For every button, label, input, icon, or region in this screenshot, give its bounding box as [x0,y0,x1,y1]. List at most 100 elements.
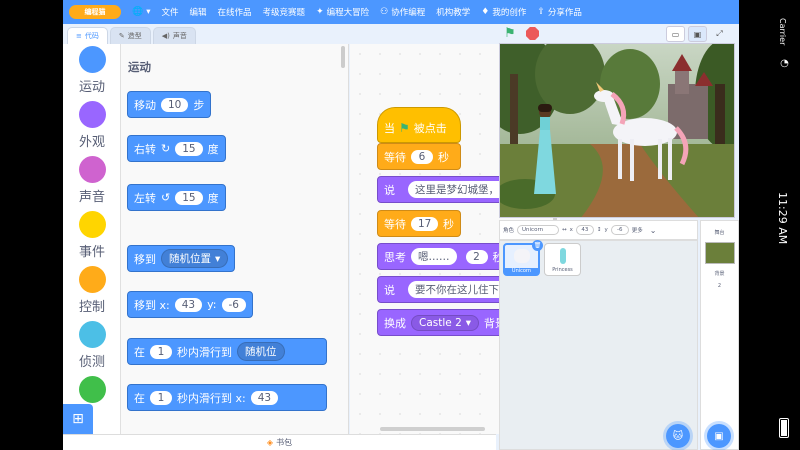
x-input[interactable]: 43 [250,390,279,405]
category-dot [78,321,106,348]
block-goto[interactable]: 移到 随机位置 ▾ [127,245,236,272]
category-motion[interactable]: 运动 [63,46,121,95]
block-glide-random[interactable]: 在 1 秒内滑行到 随机位 [127,338,327,365]
wait-seconds-input[interactable]: 6 [411,149,433,164]
degrees-input[interactable]: 15 [175,190,203,205]
menu-file[interactable]: 文件 [162,6,179,18]
backdrop-label: 背景 [714,271,725,277]
sprite-card-unicorn[interactable]: 🗑 Unicorn [503,240,543,276]
backdrop-dropdown[interactable]: Castle 2 ▾ [411,314,480,331]
script-horizontal-scrollbar[interactable] [380,427,485,431]
tab-costumes[interactable]: ✎ 造型 [109,27,151,44]
menu-collab[interactable]: ⚇ 协作编程 [380,6,425,18]
sprite-card-princess[interactable]: Princess [544,243,581,276]
block-goto-xy[interactable]: 移到 x: 43 y: -6 [127,291,253,318]
tab-sounds[interactable]: ◀) 声音 [152,27,196,44]
lightbulb-icon: ♦ [481,7,490,17]
degrees-input[interactable]: 15 [175,141,203,156]
device-status-bar: Carrier ◔ 11:29 AM [768,0,800,450]
site-logo[interactable]: 编程猫 [69,5,121,19]
x-input[interactable]: 43 [174,297,203,312]
language-menu[interactable]: 🌐 ▾ [132,7,151,17]
add-extension-button[interactable]: ⊞ [63,404,93,434]
stage-canvas[interactable] [499,43,735,218]
seconds-input[interactable]: 1 [150,344,172,359]
stage-target-panel[interactable]: 舞台 背景 2 ▣ [700,220,739,450]
block-categories: 运动 外观 声音 事件 控制 侦测 [63,44,121,434]
category-control[interactable]: 控制 [63,266,121,315]
menu-adventure[interactable]: ✦ 编程大冒险 [316,6,369,18]
carrier-label: Carrier [778,18,787,46]
y-input[interactable]: -6 [221,297,246,312]
block-move-steps[interactable]: 移动 10 步 [127,91,212,118]
backpack-bar[interactable]: ◈ 书包 [63,434,496,450]
fullscreen-icon: ⤢ [716,29,723,38]
steps-input[interactable]: 10 [161,97,189,112]
block-think-for-secs[interactable]: 思考 嗯…… 2 秒 [377,243,515,270]
menu-my-creations[interactable]: ♦ 我的创作 [481,6,526,18]
block-switch-backdrop[interactable]: 换成 Castle 2 ▾ 背景 [377,309,510,336]
block-when-flag-clicked[interactable]: 当 ⚑ 被点击 [377,107,461,143]
category-operators[interactable] [63,376,121,403]
sprite-info-panel: 角色 Unicorn ↔ x 43 ↕ y -6 更多 ⌄ [499,220,698,240]
extension-icon: ⊞ [72,411,84,427]
stop-button[interactable] [526,27,539,40]
expand-chevron-icon[interactable]: ⌄ [650,226,657,235]
backdrop-count: 2 [717,283,722,289]
backpack-icon: ◈ [266,438,274,447]
palette-section-title: 运动 [128,60,151,74]
glide-target-dropdown[interactable]: 随机位 [237,342,285,361]
menu-edit[interactable]: 编辑 [190,6,207,18]
sprite-x-field[interactable]: 43 [575,225,594,235]
category-dot [78,211,106,238]
block-wait[interactable]: 等待 17 秒 [377,210,461,237]
block-turn-left[interactable]: 左转 ↺ 15 度 [127,184,226,211]
menu-share[interactable]: ⇪ 分享作品 [537,6,582,18]
category-looks[interactable]: 外观 [63,101,121,150]
category-dot [78,266,106,293]
green-flag-button[interactable]: ⚑ [502,26,518,42]
delete-sprite-button[interactable]: 🗑 [532,240,543,251]
add-sprite-button[interactable]: 🐱 [666,424,690,448]
brush-icon: ✎ [118,32,125,40]
category-dot [78,46,106,73]
tab-code[interactable]: ≡ 代码 [67,27,108,44]
normal-stage-button[interactable]: ▣ [688,26,707,42]
menu-teaching[interactable]: 机构教学 [436,6,470,18]
palette-scrollbar[interactable] [341,46,345,68]
think-text-input[interactable]: 嗯…… [411,248,457,265]
add-backdrop-button[interactable]: ▣ [707,424,731,448]
sprite-more-label[interactable]: 更多 [632,226,643,234]
category-sound[interactable]: 声音 [63,156,121,205]
wait-seconds-input[interactable]: 17 [411,216,438,231]
sprite-y-field[interactable]: -6 [610,225,629,235]
goto-target-dropdown[interactable]: 随机位置 ▾ [161,249,229,268]
fullscreen-button[interactable]: ⤢ [710,26,729,42]
sprite-list: 🗑 Unicorn Princess 🐱 [499,240,698,450]
share-icon: ⇪ [537,7,545,17]
think-seconds-input[interactable]: 2 [465,249,488,264]
wifi-icon: ◔ [779,58,790,69]
block-glide-xy[interactable]: 在 1 秒内滑行到 x: 43 [127,384,327,411]
stage-scene [500,44,734,217]
category-events[interactable]: 事件 [63,211,121,260]
menu-online-works[interactable]: 在线作品 [218,6,252,18]
menu-exam[interactable]: 考级竞赛题 [263,6,306,18]
battery-icon [779,418,789,438]
puzzle-icon: ✦ [316,7,324,17]
block-wait[interactable]: 等待 6 秒 [377,143,461,170]
small-stage-button[interactable]: ▭ [666,26,685,42]
caret-down-icon: ▾ [465,316,472,329]
princess-thumbnail [559,248,566,264]
small-stage-icon: ▭ [671,29,680,39]
category-dot [78,101,106,128]
green-flag-icon: ⚑ [399,121,410,135]
seconds-input[interactable]: 1 [150,390,172,405]
category-dot [78,376,106,403]
sprite-name-field[interactable]: Unicorn [517,225,560,235]
category-sensing[interactable]: 侦测 [63,321,121,370]
green-flag-icon: ⚑ [504,26,516,41]
rotate-counterclockwise-icon: ↺ [161,191,171,204]
block-turn-right[interactable]: 右转 ↻ 15 度 [127,135,226,162]
editor-tabs: ≡ 代码 ✎ 造型 ◀) 声音 [63,24,293,44]
